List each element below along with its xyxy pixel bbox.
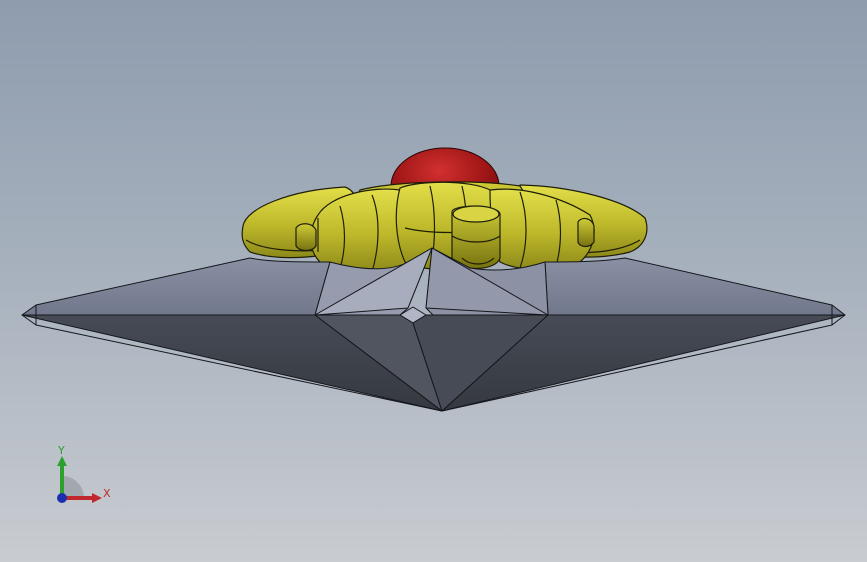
graphics-viewport[interactable]: Y X <box>0 0 867 562</box>
3d-model-view[interactable] <box>0 0 867 562</box>
z-axis-origin-icon <box>57 493 67 503</box>
axis-triad: Y X <box>57 444 111 503</box>
x-axis-label: X <box>103 487 111 500</box>
y-axis-label: Y <box>57 444 65 457</box>
pyramid-base[interactable] <box>21 247 846 412</box>
